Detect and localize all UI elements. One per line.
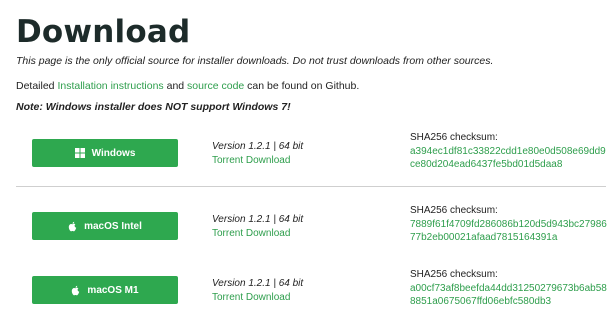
apple-icon <box>71 285 80 296</box>
download-row-macos-intel: macOS Intel Version 1.2.1 | 64 bit Torre… <box>16 205 607 262</box>
macos-intel-torrent-link[interactable]: Torrent Download <box>212 228 290 239</box>
windows-download-button[interactable]: Windows <box>32 139 178 167</box>
windows-version: Version 1.2.1 | 64 bit <box>212 141 304 152</box>
details-suffix: can be found on Github. <box>244 80 360 92</box>
section-divider <box>16 186 606 187</box>
official-source-notice: This page is the only official source fo… <box>16 55 494 67</box>
windows-sha-label: SHA256 checksum: <box>410 132 498 143</box>
macos-intel-button-label: macOS Intel <box>84 220 142 232</box>
macos-m1-button-label: macOS M1 <box>87 284 139 296</box>
source-code-link[interactable]: source code <box>187 80 244 92</box>
details-middle: and <box>163 80 188 92</box>
macos-intel-sha-label: SHA256 checksum: <box>410 205 498 216</box>
windows7-warning: Note: Windows installer does NOT support… <box>16 101 291 113</box>
installation-instructions-link[interactable]: Installation instructions <box>57 80 163 92</box>
download-row-windows: Windows Version 1.2.1 | 64 bit Torrent D… <box>16 132 606 189</box>
windows-sha-value: a394ec1df81c33822cdd1e80e0d508e69dd9ce80… <box>410 146 606 170</box>
macos-m1-version: Version 1.2.1 | 64 bit <box>212 278 304 289</box>
macos-m1-download-button[interactable]: macOS M1 <box>32 276 178 304</box>
macos-intel-sha-value: 7889f61f4709fd286086b120d5d943bc2798677b… <box>410 219 607 243</box>
details-text: Detailed Installation instructions and s… <box>16 80 359 92</box>
macos-m1-sha-value: a00cf73af8beefda44dd31250279673b6ab58885… <box>410 283 607 307</box>
windows-button-label: Windows <box>91 147 136 159</box>
windows-torrent-link[interactable]: Torrent Download <box>212 155 290 166</box>
macos-m1-sha-label: SHA256 checksum: <box>410 269 498 280</box>
macos-m1-torrent-link[interactable]: Torrent Download <box>212 292 290 303</box>
page-title: Download <box>16 14 191 50</box>
details-prefix: Detailed <box>16 80 58 92</box>
windows-icon <box>74 148 85 158</box>
apple-icon <box>68 221 77 232</box>
macos-intel-download-button[interactable]: macOS Intel <box>32 212 178 240</box>
macos-intel-version: Version 1.2.1 | 64 bit <box>212 214 304 225</box>
download-row-macos-m1: macOS M1 Version 1.2.1 | 64 bit Torrent … <box>16 269 607 326</box>
